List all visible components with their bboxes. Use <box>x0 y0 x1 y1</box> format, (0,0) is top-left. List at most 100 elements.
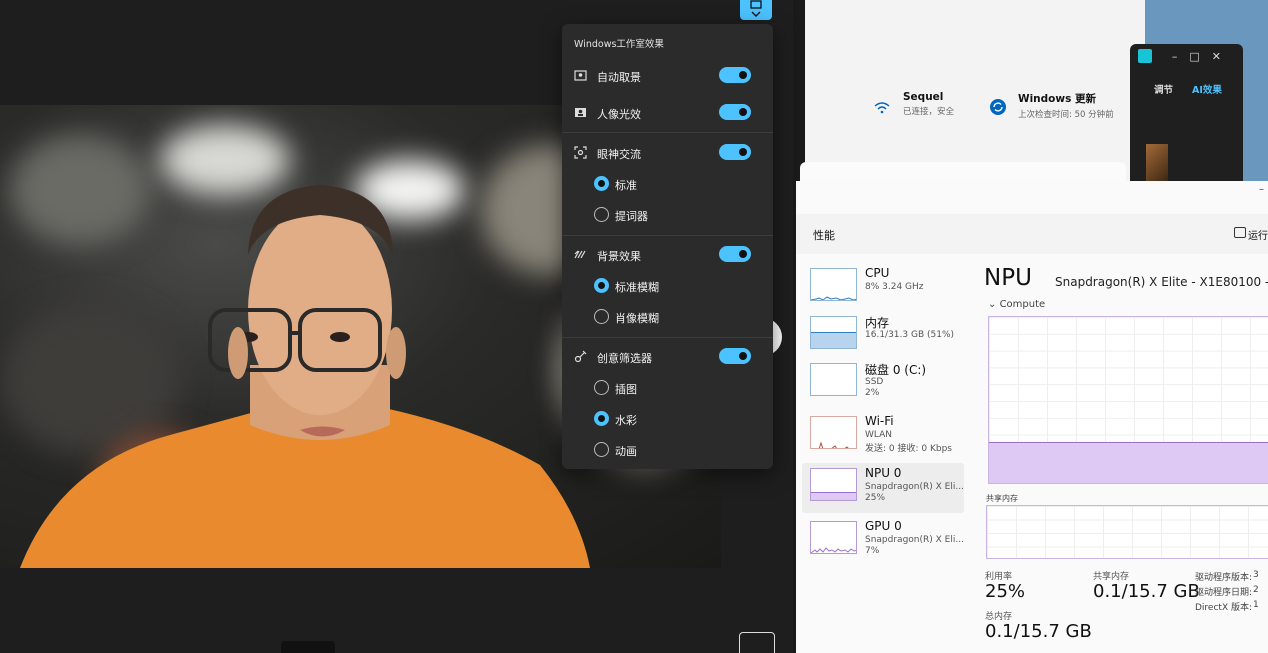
divider <box>562 132 773 133</box>
option-watercolor[interactable]: 水彩 <box>562 404 773 435</box>
npu-compute-graph <box>988 316 1268 484</box>
radio-button[interactable] <box>594 278 609 293</box>
effect-label: 背景效果 <box>597 250 641 263</box>
driver-date-value: 2 <box>1253 585 1259 595</box>
portrait-light-toggle[interactable] <box>719 104 751 120</box>
perf-sub: 8% 3.24 GHz <box>865 282 924 292</box>
background-icon <box>574 248 587 261</box>
studio-effects-panel: Windows工作室效果 自动取景 人像光效 眼神交流 标准 提词器 背景效果 <box>562 24 773 469</box>
update-state: 上次检查时间: 50 分钟前 <box>1018 110 1114 120</box>
wifi-name: Sequel <box>903 91 944 103</box>
effect-eye-contact[interactable]: 眼神交流 <box>562 138 773 169</box>
effect-auto-framing[interactable]: 自动取景 <box>562 61 773 92</box>
perf-name: Wi-Fi <box>865 414 894 428</box>
view-mode-button[interactable] <box>739 632 775 653</box>
radio-button[interactable] <box>594 411 609 426</box>
effect-creative-filter[interactable]: 创意筛选器 <box>562 342 773 373</box>
option-label: 动画 <box>615 445 637 458</box>
perf-item-gpu[interactable]: GPU 0 Snapdragon(R) X Eli... 7% <box>802 516 964 566</box>
npu-usage-fill <box>989 441 1268 483</box>
radio-button[interactable] <box>594 442 609 457</box>
wifi-status[interactable]: Sequel 已连接，安全 <box>903 91 954 117</box>
creative-filter-toggle[interactable] <box>719 348 751 364</box>
radio-button[interactable] <box>594 176 609 191</box>
option-label: 肖像模糊 <box>615 312 659 325</box>
windows-update-icon <box>990 99 1006 115</box>
creative-filter-icon <box>574 350 587 363</box>
windows-update-status[interactable]: Windows 更新 上次检查时间: 50 分钟前 <box>1018 91 1114 120</box>
perf-item-wifi[interactable]: Wi-Fi WLAN 发送: 0 接收: 0 Kbps <box>802 411 964 461</box>
utilization-value: 25% <box>985 581 1026 602</box>
minimize-button[interactable]: – <box>1259 184 1264 195</box>
eye-contact-toggle[interactable] <box>719 144 751 160</box>
option-label: 标准模糊 <box>615 281 659 294</box>
perf-item-memory[interactable]: 内存 16.1/31.3 GB (51%) <box>802 311 964 361</box>
effect-label: 自动取景 <box>597 71 641 84</box>
option-label: 标准 <box>615 179 637 192</box>
option-label: 提词器 <box>615 210 648 223</box>
perf-sub: 25% <box>865 493 886 503</box>
capture-button[interactable] <box>281 641 335 653</box>
perf-sub: 16.1/31.3 GB (51%) <box>865 330 955 340</box>
option-animation[interactable]: 动画 <box>562 435 773 466</box>
option-standard-blur[interactable]: 标准模糊 <box>562 271 773 302</box>
radio-button[interactable] <box>594 207 609 222</box>
app-logo-icon <box>1138 49 1152 63</box>
driver-date-label: 驱动程序日期: <box>1195 588 1253 598</box>
camera-effects-button[interactable] <box>740 0 772 20</box>
task-manager-window: – 性能 运行 CPU 8% 3.24 GHz 内存 16.1/31.3 GB … <box>796 181 1268 653</box>
perf-name: CPU <box>865 266 890 280</box>
divider <box>562 337 773 338</box>
device-model: Snapdragon(R) X Elite - X1E80100 - <box>1055 275 1268 289</box>
run-task-button[interactable]: 运行 <box>1248 227 1268 242</box>
perf-item-disk[interactable]: 磁盘 0 (C:) SSD 2% <box>802 358 964 408</box>
tab-adjust[interactable]: 调节 <box>1154 82 1173 96</box>
auto-framing-toggle[interactable] <box>719 67 751 83</box>
perf-name: GPU 0 <box>865 519 902 533</box>
thumbnail <box>1146 144 1168 184</box>
perf-item-npu[interactable]: NPU 0 Snapdragon(R) X Eli... 25% <box>802 463 964 513</box>
perf-sub: 发送: 0 接收: 0 Kbps <box>865 444 952 454</box>
option-portrait-blur[interactable]: 肖像模糊 <box>562 302 773 333</box>
npu-graph-thumb <box>810 468 857 501</box>
perf-sub: 2% <box>865 388 880 398</box>
perf-name: 磁盘 0 (C:) <box>865 363 927 377</box>
effect-background[interactable]: 背景效果 <box>562 240 773 271</box>
option-illustration[interactable]: 插图 <box>562 373 773 404</box>
page-title: 性能 <box>813 229 835 242</box>
tm-header: 性能 运行 <box>796 214 1268 254</box>
perf-sub: WLAN <box>865 430 893 440</box>
effect-label: 眼神交流 <box>597 148 641 161</box>
effect-portrait-light[interactable]: 人像光效 <box>562 98 773 129</box>
effect-label: 创意筛选器 <box>597 352 652 365</box>
option-label: 插图 <box>615 383 637 396</box>
window-controls[interactable]: –□✕ <box>1172 50 1233 63</box>
memory-graph-thumb <box>810 316 857 349</box>
perf-sub: SSD <box>865 377 884 387</box>
wifi-graph-thumb <box>810 416 857 449</box>
effect-label: 人像光效 <box>597 108 641 121</box>
wifi-icon <box>874 102 890 114</box>
radio-button[interactable] <box>594 380 609 395</box>
option-standard[interactable]: 标准 <box>562 169 773 200</box>
compute-label-text: Compute <box>999 299 1046 310</box>
compute-selector[interactable]: ⌄ Compute <box>988 299 1045 310</box>
option-teleprompter[interactable]: 提词器 <box>562 200 773 231</box>
perf-sub: 7% <box>865 546 880 556</box>
option-label: 水彩 <box>615 414 637 427</box>
shared-memory-graph <box>986 505 1268 559</box>
eye-contact-icon <box>574 146 587 159</box>
update-name: Windows 更新 <box>1018 93 1096 105</box>
run-task-icon[interactable] <box>1234 227 1246 238</box>
driver-version-label: 驱动程序版本: <box>1195 573 1253 583</box>
divider <box>562 235 773 236</box>
portrait-light-icon <box>574 106 587 119</box>
perf-name: 内存 <box>865 316 890 330</box>
shared-memory-value: 0.1/15.7 GB <box>1093 581 1200 602</box>
directx-version: DirectX 版本: 1 <box>1195 600 1259 613</box>
directx-value: 1 <box>1253 600 1259 610</box>
radio-button[interactable] <box>594 309 609 324</box>
perf-item-cpu[interactable]: CPU 8% 3.24 GHz <box>802 263 964 313</box>
background-effect-toggle[interactable] <box>719 246 751 262</box>
tab-ai-effects[interactable]: AI效果 <box>1192 82 1222 96</box>
